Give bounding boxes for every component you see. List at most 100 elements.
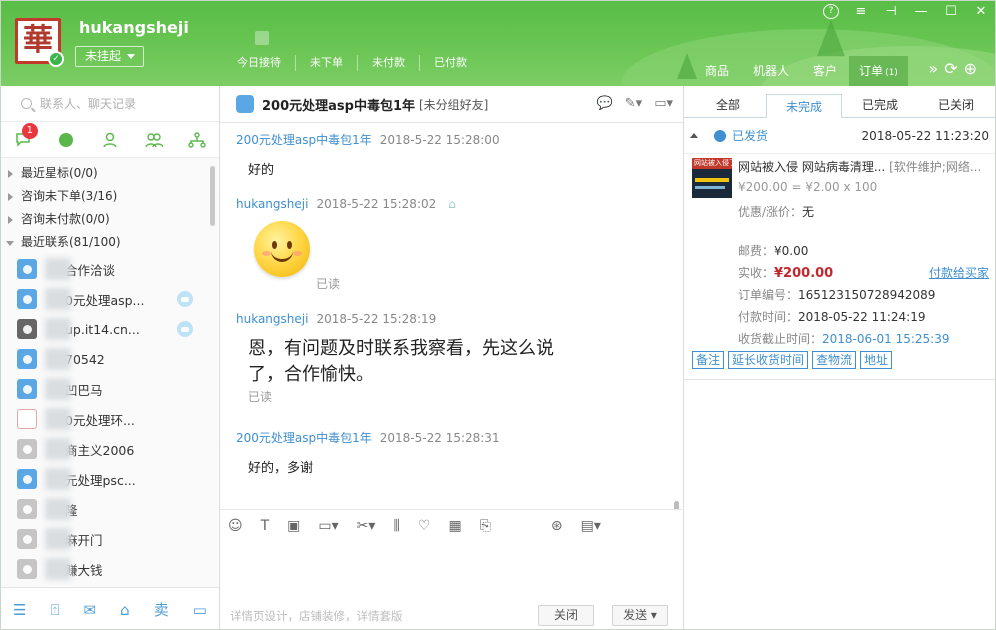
product-thumbnail[interactable]: 网站被入侵了 [692,158,732,198]
menu-icon[interactable]: ☰ [13,601,26,619]
scrollbar[interactable] [210,166,215,226]
scrollbar[interactable] [674,501,679,509]
logistics-button[interactable]: 查物流 [812,351,857,369]
contact-row[interactable]: 合作洽谈 [1,254,219,284]
tab-all[interactable]: 全部 [690,93,766,117]
scissors-icon[interactable]: ✂▾ [357,518,376,534]
recent-chats-icon[interactable]: 1 [14,122,38,149]
tab-incomplete[interactable]: 未完成 [766,94,842,118]
status-dropdown[interactable]: 未挂起 [75,46,145,67]
history-icon[interactable]: ▤▾ [581,518,601,534]
chat-title: 200元处理asp中毒包1年 [262,98,415,114]
mail-icon[interactable]: ✉ [84,601,97,619]
extend-receipt-button[interactable]: 延长收货时间 [728,351,809,369]
message-input[interactable] [220,542,684,602]
folder-icon[interactable]: ▭▾ [318,518,338,534]
order-actions: 备注 延长收货时间 查物流 地址 [692,351,893,369]
send-button[interactable]: 发送 ▾ [612,605,668,626]
font-icon[interactable]: T [261,518,270,534]
contact-row[interactable]: 商主义2006 [1,434,219,464]
read-status: 已读 [248,390,273,404]
stat-paid[interactable]: 已付款 [420,55,481,71]
contact-row[interactable]: 赚大钱 [1,554,219,584]
phrase-icon[interactable]: ⫼ [393,518,399,534]
chat-avatar [236,95,254,113]
stat-unpaid[interactable]: 未付款 [358,55,420,71]
add-circle-icon[interactable]: ⊕ [964,59,977,78]
tab-complete[interactable]: 已完成 [842,93,918,117]
message-sender: hukangsheji [236,312,309,326]
stat-not-ordered[interactable]: 未下单 [296,55,358,71]
contact-search[interactable]: 联系人、聊天记录 [1,86,219,122]
group-not-ordered[interactable]: 咨询未下单(3/16) [1,185,219,208]
contacts-panel: 联系人、聊天记录 1 最近星标(0/0) 咨询未下单(3/16) 咨询未付款(0… [1,86,220,629]
online-contacts-icon[interactable] [57,131,75,149]
shop-icon[interactable]: ⌂ [120,601,130,619]
contact-row[interactable]: 麻开门 [1,524,219,554]
contact-icon[interactable] [101,131,119,149]
contact-row[interactable]: 隆 [1,494,219,524]
close-button[interactable]: 关闭 [538,605,594,626]
close-icon[interactable]: ✕ [973,4,989,19]
order-header: 已发货 2018-05-22 11:23:20 [684,118,995,154]
message-text: 好的 [248,163,275,178]
nav-robot[interactable]: 机器人 [741,56,801,86]
help-icon[interactable]: ? [823,4,839,19]
robot-icon: ⌂ [448,197,456,211]
collapse-icon[interactable] [690,133,698,138]
contact-avatar [17,469,37,489]
contact-row[interactable]: 凹巴马 [1,374,219,404]
seller-icon[interactable]: 卖 [154,599,169,620]
contact-name: 商主义2006 [65,442,135,458]
minimize-icon[interactable]: — [913,4,929,19]
message-time: 2018-5-22 15:28:00 [379,133,500,147]
stat-value-blurred [255,31,269,45]
heart-icon[interactable]: ♡ [418,518,431,534]
message-sender: hukangsheji [236,197,309,211]
group-starred[interactable]: 最近星标(0/0) [1,162,219,185]
group-recent[interactable]: 最近联系(81/100) [1,231,219,254]
blurred-text [45,318,71,340]
transfer-icon[interactable]: ⊛ [551,518,563,534]
contact-row[interactable]: 0元处理环... [1,404,219,434]
unread-badge: 1 [21,122,38,139]
double-chevron-right-icon[interactable]: » [928,59,938,78]
contact-row[interactable]: 元处理psc... [1,464,219,494]
nav-customers[interactable]: 客户 [801,56,849,86]
note-button[interactable]: 备注 [692,351,725,369]
group-icon[interactable] [144,131,163,149]
emoji-icon[interactable]: ☺ [228,518,243,534]
contact-avatar [17,559,37,579]
image-icon[interactable]: ▣ [287,518,300,534]
pin-icon[interactable]: ⊣ [883,4,899,19]
nav-orders[interactable]: 订单 (1) [849,56,908,86]
video-icon[interactable]: ▭▾ [654,96,673,111]
contact-row[interactable]: 0元处理asp... [1,284,219,314]
edit-icon[interactable]: ✎▾ [625,96,642,111]
org-icon[interactable] [188,131,206,149]
chat-header: 200元处理asp中毒包1年 [未分组好友] 💬 ✎▾ ▭▾ [220,86,683,123]
nav-extra-icons: » ⟳ ⊕ [928,59,977,78]
header-bar: 華 ✓ hukangsheji 未挂起 今日接待 未下单 未付款 已付款 商品 … [1,1,995,86]
comment-icon[interactable]: 💬 [597,96,613,111]
shipping-row: 邮费：¥0.00 [738,244,809,258]
group-unpaid[interactable]: 咨询未付款(0/0) [1,208,219,231]
tab-closed[interactable]: 已关闭 [918,93,994,117]
address-button[interactable]: 地址 [860,351,893,369]
contact-avatar [17,439,37,459]
nav-products[interactable]: 商品 [693,56,741,86]
sign-icon[interactable]: ⍐ [51,601,60,619]
calculator-icon[interactable]: ▦ [448,518,461,534]
pay-buyer-link[interactable]: 付款给买家 [929,264,989,281]
stat-today[interactable]: 今日接待 [223,55,296,71]
refresh-icon[interactable]: ⟳ [944,59,957,78]
window-icon[interactable]: ▭ [193,601,207,619]
contact-row[interactable]: 70542 [1,344,219,374]
contact-row[interactable]: up.it14.cn... [1,314,219,344]
menu-icon[interactable]: ≡ [853,4,869,19]
message: 200元处理asp中毒包1年 2018-5-22 15:28:31 好的，多谢 [236,429,500,476]
maximize-icon[interactable]: ☐ [943,4,959,19]
search-placeholder: 联系人、聊天记录 [40,97,137,111]
product-title[interactable]: 网站被入侵 网站病毒清理... [软件维护;网络... [738,158,993,175]
coupon-icon[interactable]: ⎘ [480,518,491,534]
